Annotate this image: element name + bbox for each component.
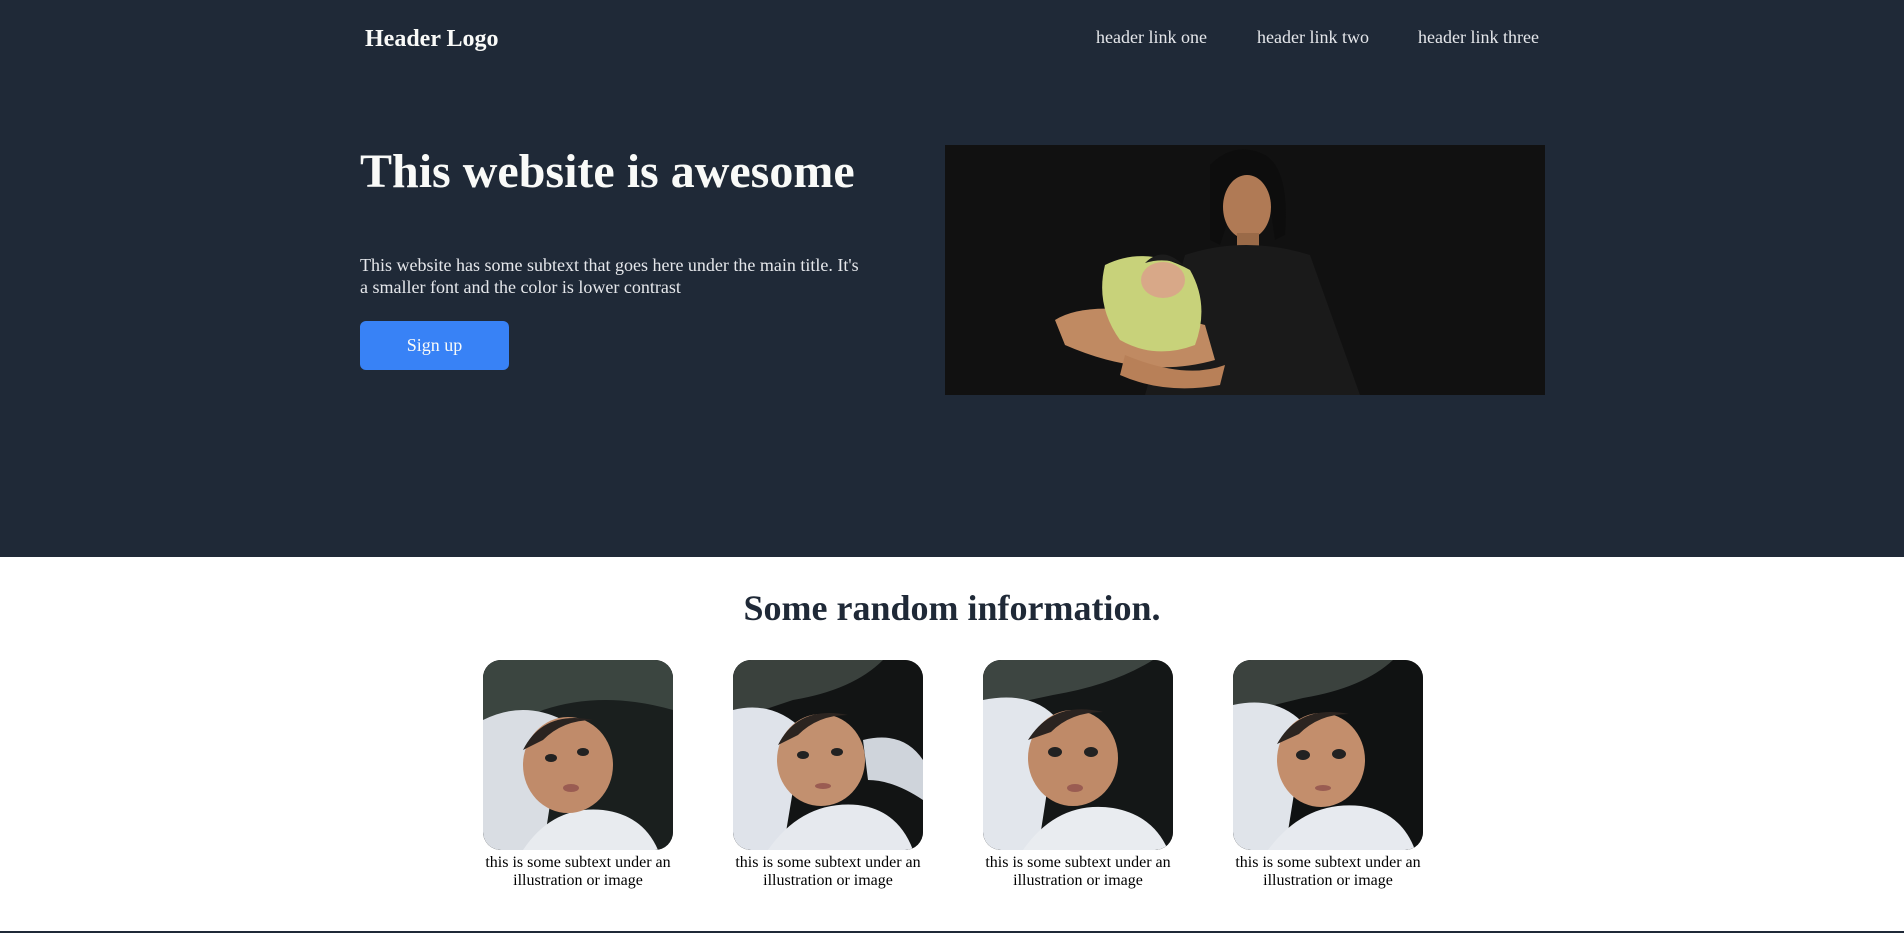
card-caption: this is some subtext under an illustrati… [1235,854,1421,889]
info-card: this is some subtext under an illustrati… [983,660,1173,890]
header-logo[interactable]: Header Logo [365,26,499,53]
baby-image [983,660,1173,850]
baby-image [733,660,923,850]
baby-image [483,660,673,850]
header-link-three[interactable]: header link three [1418,27,1539,48]
header-link-two[interactable]: header link two [1257,27,1369,48]
info-card: this is some subtext under an illustrati… [733,660,923,890]
info-card: this is some subtext under an illustrati… [1233,660,1423,890]
card-caption: this is some subtext under an illustrati… [735,854,921,889]
section-title: Some random information. [743,588,1161,628]
hero-title: This website is awesome [360,145,855,198]
header-link-one[interactable]: header link one [1096,27,1207,48]
card-caption: this is some subtext under an illustrati… [485,854,671,889]
hero-image [945,145,1545,395]
hero-subtext: This website has some subtext that goes … [360,255,859,297]
info-card: this is some subtext under an illustrati… [483,660,673,890]
signup-button[interactable]: Sign up [360,321,509,370]
card-caption: this is some subtext under an illustrati… [985,854,1171,889]
hero-section: Header Logo header link one header link … [0,0,1904,557]
baby-image [1233,660,1423,850]
